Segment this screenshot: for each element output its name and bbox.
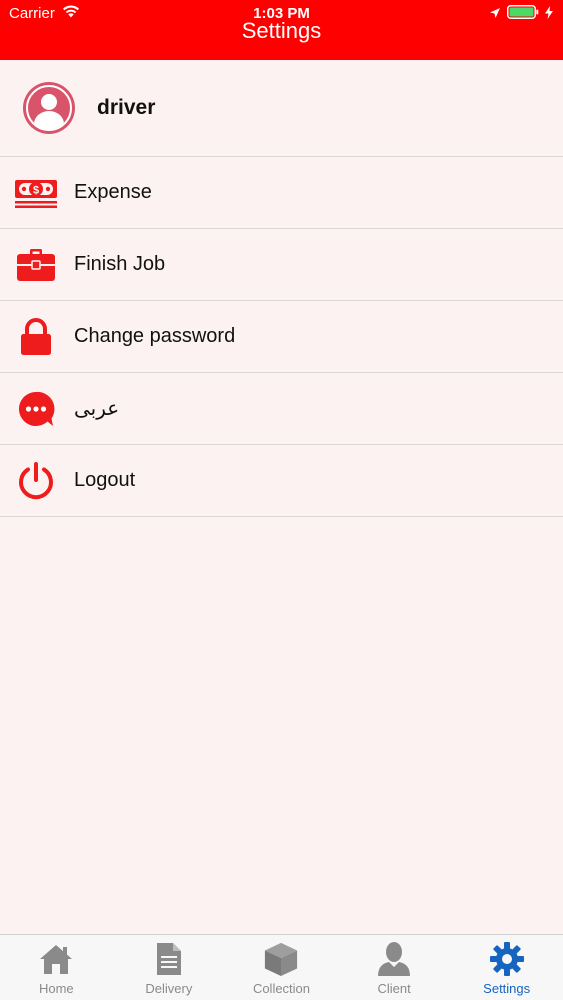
menu-item-label: Finish Job [74, 253, 166, 275]
home-icon [38, 941, 74, 977]
box-icon [263, 941, 299, 977]
menu-item-change-password[interactable]: Change password [0, 301, 563, 373]
menu-item-label: عربى [74, 398, 120, 420]
svg-text:$: $ [33, 184, 39, 196]
profile-row[interactable]: driver [0, 60, 563, 157]
settings-list: driver $ Expense Finish Job Change passw… [0, 60, 563, 517]
lock-icon [14, 315, 58, 359]
tab-collection[interactable]: Collection [225, 935, 338, 1000]
page-title: Settings [241, 18, 322, 43]
avatar [23, 82, 75, 134]
person-icon [376, 941, 412, 977]
money-icon: $ [14, 171, 58, 215]
user-avatar-icon [23, 82, 75, 134]
document-icon [151, 941, 187, 977]
menu-item-label: Change password [74, 325, 236, 347]
menu-item-finish-job[interactable]: Finish Job [0, 229, 563, 301]
menu-item-label: Logout [74, 469, 136, 491]
tab-label: Client [377, 981, 411, 996]
username: driver [97, 96, 156, 119]
tab-client[interactable]: Client [338, 935, 451, 1000]
menu-item-logout[interactable]: Logout [0, 445, 563, 517]
menu-item-expense[interactable]: $ Expense [0, 157, 563, 229]
chat-bubble-icon [14, 387, 58, 431]
power-icon [14, 459, 58, 503]
tab-delivery[interactable]: Delivery [113, 935, 226, 1000]
gear-icon [489, 941, 525, 977]
briefcase-icon [14, 243, 58, 287]
tab-label: Collection [252, 981, 311, 996]
tab-label: Home [38, 981, 74, 996]
tab-label: Settings [483, 981, 531, 996]
tab-home[interactable]: Home [0, 935, 113, 1000]
tab-label: Delivery [145, 981, 193, 996]
header: Carrier 1:03 PM Settings [0, 0, 563, 60]
tab-settings[interactable]: Settings [450, 935, 563, 1000]
menu-item-language[interactable]: عربى [0, 373, 563, 445]
menu-item-label: Expense [74, 181, 152, 203]
tab-bar: Home Delivery Collection Client Settings [0, 934, 563, 1000]
